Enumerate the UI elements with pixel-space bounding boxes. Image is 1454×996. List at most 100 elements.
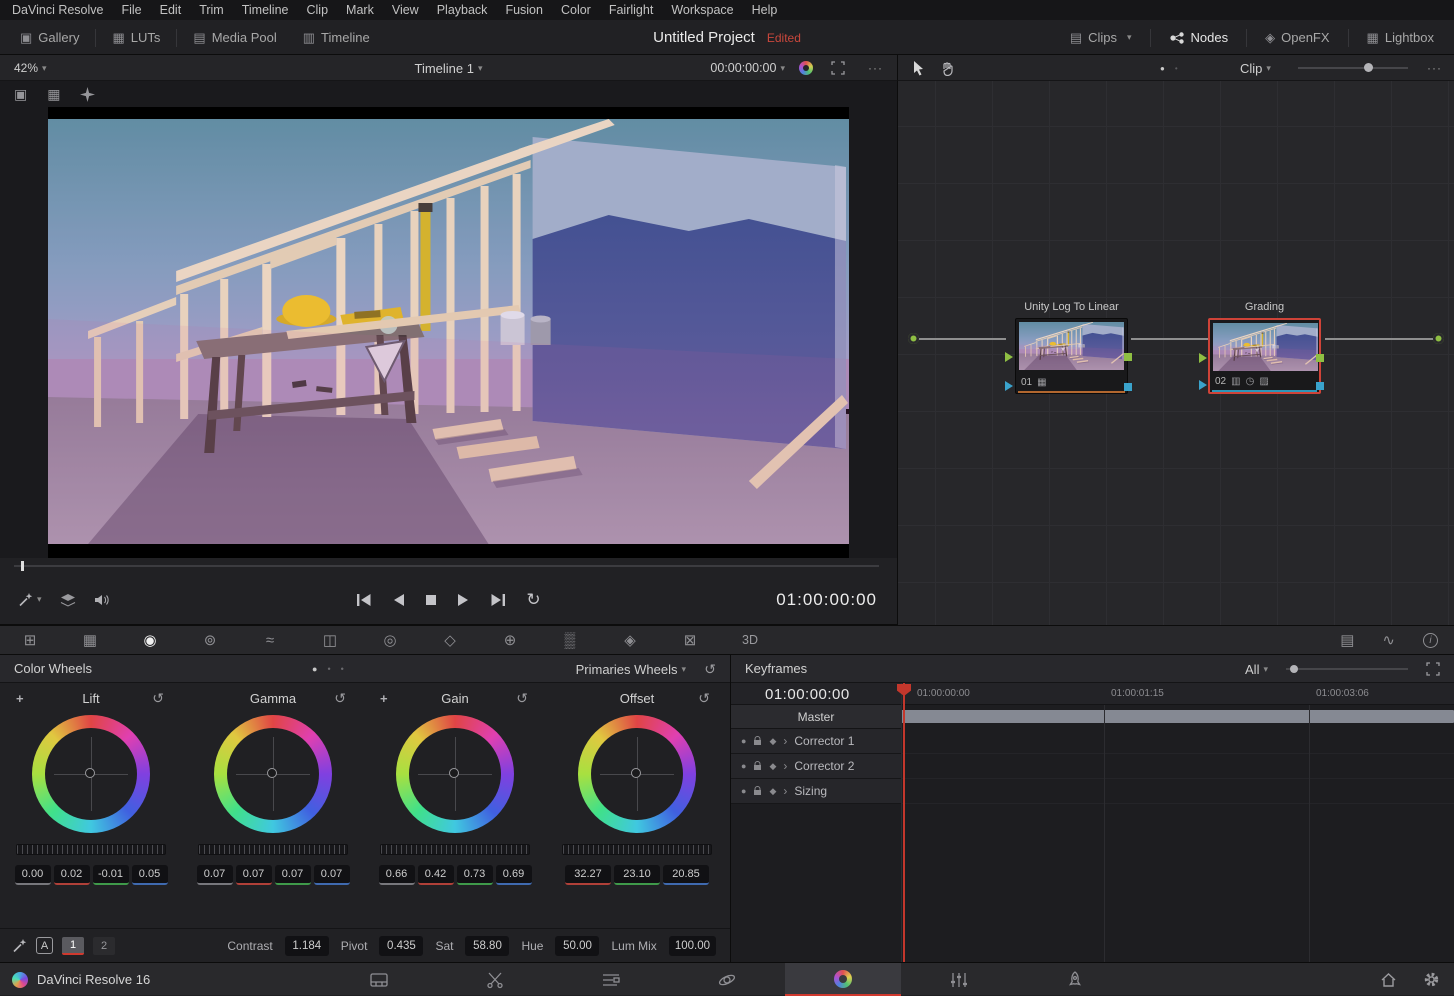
keyframes-filter-select[interactable]: All ▾ (1245, 655, 1268, 683)
node-connection[interactable] (1325, 338, 1435, 340)
offset-master-wheel[interactable] (562, 844, 712, 855)
node-graph[interactable]: Unity Log To Linear 01 ▦ Grading 02 ▥ ◷ … (897, 81, 1454, 625)
menu-color[interactable]: Color (552, 3, 600, 17)
scopes-icon[interactable]: ∿ (1382, 631, 1395, 649)
key-output-connector[interactable] (1316, 382, 1324, 390)
track-lock-icon[interactable] (753, 736, 762, 746)
master-track-bar[interactable] (901, 710, 1454, 723)
camera-raw-icon[interactable]: ⊞ (0, 631, 60, 649)
menu-trim[interactable]: Trim (190, 3, 233, 17)
gamma-r-value[interactable]: 0.07 (236, 865, 272, 885)
palette-3d-button[interactable]: 3D (720, 633, 780, 647)
slider-thumb[interactable] (1290, 665, 1298, 673)
still-wipe-icon[interactable]: ▣ (14, 86, 27, 103)
rgb-input-connector[interactable] (1199, 353, 1207, 363)
loop-button[interactable]: ↻ (526, 593, 540, 607)
color-page-button[interactable] (785, 963, 901, 996)
wheels-page-2-button[interactable]: 2 (93, 937, 115, 955)
track-enable-dot[interactable]: ● (741, 786, 746, 796)
graph-output-port[interactable] (1433, 333, 1444, 344)
contrast-value[interactable]: 1.184 (285, 936, 329, 956)
gamma-master-wheel[interactable] (198, 844, 348, 855)
track-row-corrector-1[interactable]: ● ◆ › Corrector 1 (731, 729, 1454, 754)
play-button[interactable] (457, 593, 470, 607)
menu-view[interactable]: View (383, 3, 428, 17)
power-window-icon[interactable]: ◇ (420, 631, 480, 649)
viewer-zoom-select[interactable]: 42% ▾ (8, 58, 53, 78)
track-expand-chevron[interactable]: › (783, 759, 787, 773)
bypass-color-grades-icon[interactable] (799, 61, 813, 75)
gain-g-value[interactable]: 0.73 (457, 865, 493, 885)
edit-page-button[interactable] (553, 963, 669, 996)
lift-reset-icon[interactable]: ↺ (152, 690, 164, 707)
track-timeline[interactable] (901, 729, 1454, 754)
highlight-wand-icon[interactable] (80, 87, 95, 102)
stop-button[interactable] (425, 594, 437, 606)
keyframes-panel-icon[interactable]: ▤ (1340, 631, 1354, 649)
gain-target-icon[interactable]: + (380, 691, 388, 706)
wheel-center-handle[interactable] (85, 768, 95, 778)
menu-edit[interactable]: Edit (151, 3, 191, 17)
track-keyframe-icon[interactable]: ◆ (769, 761, 776, 772)
video-frame[interactable] (48, 107, 849, 558)
keyframes-playhead[interactable] (903, 683, 905, 962)
viewer-options-icon[interactable]: ··· (868, 61, 883, 75)
track-timeline[interactable] (901, 754, 1454, 779)
node-01[interactable]: Unity Log To Linear 01 ▦ (1015, 318, 1128, 394)
wheel-center-handle[interactable] (631, 768, 641, 778)
motion-effects-icon[interactable]: ≈ (240, 632, 300, 649)
menu-davinci-resolve[interactable]: DaVinci Resolve (0, 3, 112, 17)
gallery-button[interactable]: ▣ Gallery (10, 20, 89, 55)
menu-timeline[interactable]: Timeline (233, 3, 298, 17)
scrubber-playhead[interactable] (21, 561, 24, 571)
gain-b-value[interactable]: 0.69 (496, 865, 532, 885)
blur-icon[interactable]: ▒ (540, 632, 600, 649)
node-connection[interactable] (1131, 338, 1209, 340)
gamma-b-value[interactable]: 0.07 (314, 865, 350, 885)
auto-balance-button[interactable]: A (36, 937, 53, 954)
wheels-page-1-button[interactable]: 1 (62, 937, 84, 955)
track-timeline[interactable] (901, 779, 1454, 804)
lift-target-icon[interactable]: + (16, 691, 24, 706)
cut-page-button[interactable] (437, 963, 553, 996)
fairlight-page-button[interactable] (901, 963, 1017, 996)
gain-wheel[interactable] (396, 715, 514, 833)
page-dot[interactable]: • (327, 664, 330, 674)
lightbox-button[interactable]: ▦ Lightbox (1357, 20, 1444, 55)
viewer-timecode-dropdown[interactable]: 00:00:00:00 ▾ (710, 58, 785, 78)
node-mode-select[interactable]: Clip ▾ (1240, 58, 1271, 78)
lift-y-value[interactable]: 0.00 (15, 865, 51, 885)
gamma-wheel[interactable] (214, 715, 332, 833)
page-dot[interactable]: • (341, 664, 344, 674)
step-back-button[interactable] (392, 593, 405, 607)
track-enable-dot[interactable]: ● (741, 761, 746, 771)
rgb-input-connector[interactable] (1005, 352, 1013, 362)
deliver-page-button[interactable] (1017, 963, 1133, 996)
qualifier-icon[interactable]: ◎ (360, 631, 420, 649)
menu-fairlight[interactable]: Fairlight (600, 3, 662, 17)
track-keyframe-icon[interactable]: ◆ (769, 736, 776, 747)
color-wheels-icon[interactable]: ◉ (120, 631, 180, 649)
offset-b-value[interactable]: 20.85 (663, 865, 709, 885)
pivot-value[interactable]: 0.435 (379, 936, 423, 956)
color-match-icon[interactable]: ▦ (60, 631, 120, 649)
track-lock-icon[interactable] (753, 786, 762, 796)
sat-value[interactable]: 58.80 (465, 936, 509, 956)
menu-help[interactable]: Help (743, 3, 787, 17)
keyframes-ruler[interactable]: 01:00:00:00 01:00:00:00 01:00:01:15 01:0… (731, 683, 1454, 705)
keyframes-zoom-slider[interactable] (1286, 668, 1408, 670)
gain-reset-icon[interactable]: ↺ (516, 690, 528, 707)
rgb-output-connector[interactable] (1316, 354, 1324, 362)
slider-thumb[interactable] (1364, 63, 1373, 72)
split-view-icon[interactable]: ▦ (47, 86, 60, 103)
node-zoom-slider[interactable] (1298, 67, 1408, 69)
track-expand-chevron[interactable]: › (783, 734, 787, 748)
openfx-button[interactable]: ◈ OpenFX (1255, 20, 1339, 55)
page-dot[interactable]: • (1175, 64, 1178, 73)
hue-value[interactable]: 50.00 (555, 936, 599, 956)
offset-wheel[interactable] (578, 715, 696, 833)
lift-master-wheel[interactable] (16, 844, 166, 855)
menu-workspace[interactable]: Workspace (662, 3, 742, 17)
panel-reset-icon[interactable]: ↺ (704, 661, 716, 678)
menu-playback[interactable]: Playback (428, 3, 497, 17)
